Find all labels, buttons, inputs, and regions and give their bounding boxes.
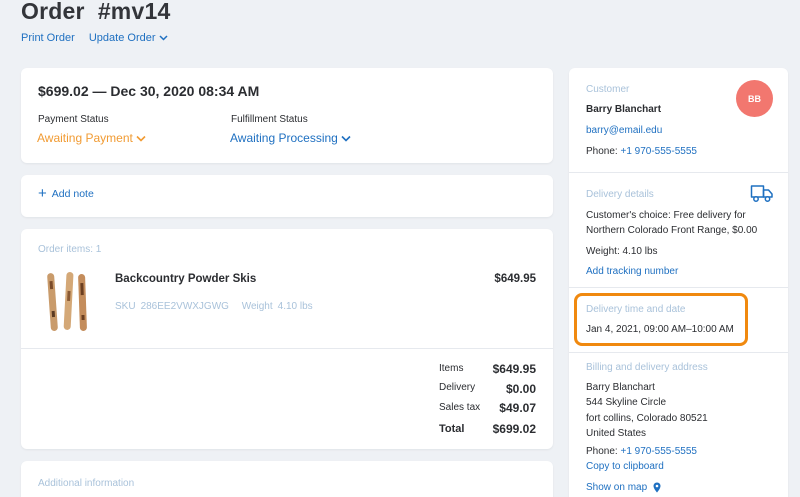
chevron-down-icon bbox=[136, 136, 146, 142]
product-image bbox=[47, 272, 87, 332]
fulfillment-status-label: Fulfillment Status bbox=[231, 114, 308, 125]
payment-status-dropdown[interactable]: Awaiting Payment bbox=[37, 131, 146, 145]
update-order-label[interactable]: Update Order bbox=[89, 32, 156, 44]
address-name: Barry Blanchart bbox=[586, 382, 655, 393]
show-on-map-link[interactable]: Show on map bbox=[586, 482, 647, 493]
map-pin-icon bbox=[653, 482, 661, 493]
customer-email-link[interactable]: barry@email.edu bbox=[586, 125, 662, 136]
page-title: Order #mv14 bbox=[21, 0, 171, 24]
chevron-down-icon bbox=[341, 136, 351, 142]
total-label: Sales tax bbox=[439, 402, 481, 413]
additional-info-heading: Additional information bbox=[38, 478, 135, 489]
order-summary-title: $699.02 — Dec 30, 2020 08:34 AM bbox=[38, 83, 260, 99]
customer-phone-link[interactable]: +1 970-555-5555 bbox=[620, 146, 696, 157]
total-label: Total bbox=[439, 423, 465, 435]
customer-name: Barry Blanchart bbox=[586, 104, 662, 115]
copy-to-clipboard-link[interactable]: Copy to clipboard bbox=[586, 461, 664, 472]
divider bbox=[569, 352, 788, 353]
order-items-heading: Order items: 1 bbox=[38, 244, 102, 255]
truck-icon bbox=[750, 185, 773, 202]
customer-phone: Phone: +1 970-555-5555 bbox=[586, 146, 697, 157]
plus-icon: + bbox=[38, 185, 47, 202]
total-value: $649.95 bbox=[492, 362, 536, 376]
item-price: $649.95 bbox=[494, 273, 536, 285]
delivery-time-highlight bbox=[574, 293, 748, 346]
total-label: Delivery bbox=[439, 382, 476, 393]
notes-card: + Add note bbox=[21, 175, 553, 217]
address-street: 544 Skyline Circle bbox=[586, 397, 667, 408]
item-name[interactable]: Backcountry Powder Skis bbox=[115, 273, 256, 285]
chevron-down-icon bbox=[159, 35, 168, 41]
divider bbox=[569, 287, 788, 288]
add-tracking-number-link[interactable]: Add tracking number bbox=[586, 266, 678, 277]
additional-info-card: Additional information bbox=[21, 461, 553, 497]
payment-status-value[interactable]: Awaiting Payment bbox=[37, 131, 133, 145]
delivery-choice-line2: Northern Colorado Front Range, $0.00 bbox=[586, 225, 758, 236]
weight-value: 4.10 lbs bbox=[277, 301, 313, 312]
divider bbox=[569, 172, 788, 173]
total-value: $49.07 bbox=[499, 401, 536, 415]
sku-value: 286EE2VWXJGWG bbox=[140, 301, 229, 312]
item-meta: SKU 286EE2VWXJGWG Weight 4.10 lbs bbox=[115, 301, 313, 312]
total-label: Items bbox=[439, 363, 464, 374]
customer-sidebar: Customer BB Barry Blanchart barry@email.… bbox=[569, 68, 788, 497]
divider bbox=[21, 348, 553, 349]
delivery-weight: Weight: 4.10 lbs bbox=[586, 246, 658, 257]
total-value: $699.02 bbox=[492, 422, 536, 436]
avatar: BB bbox=[736, 80, 773, 117]
delivery-details-heading: Delivery details bbox=[586, 189, 654, 200]
payment-status-label: Payment Status bbox=[38, 114, 109, 125]
order-summary-card: $699.02 — Dec 30, 2020 08:34 AM Payment … bbox=[21, 68, 553, 163]
order-items-card: Order items: 1 Backcountry Powder Skis $… bbox=[21, 229, 553, 449]
delivery-choice-line1: Customer's choice: Free delivery for bbox=[586, 210, 746, 221]
fulfillment-status-dropdown[interactable]: Awaiting Processing bbox=[230, 131, 351, 145]
address-country: United States bbox=[586, 428, 647, 439]
address-heading: Billing and delivery address bbox=[586, 362, 708, 373]
address-phone-link[interactable]: +1 970-555-5555 bbox=[620, 446, 696, 457]
total-value: $0.00 bbox=[505, 382, 536, 396]
print-order-link[interactable]: Print Order bbox=[21, 32, 75, 44]
header-actions: Print Order Update Order bbox=[21, 32, 168, 44]
customer-heading: Customer bbox=[586, 84, 630, 95]
weight-label: Weight bbox=[241, 301, 273, 312]
add-note-label[interactable]: Add note bbox=[52, 188, 94, 200]
phone-label: Phone: bbox=[586, 146, 618, 157]
sku-label: SKU bbox=[115, 301, 136, 312]
update-order-menu[interactable]: Update Order bbox=[89, 32, 168, 44]
fulfillment-status-value[interactable]: Awaiting Processing bbox=[230, 131, 338, 145]
address-phone: Phone: +1 970-555-5555 bbox=[586, 446, 697, 457]
add-note-button[interactable]: + Add note bbox=[38, 185, 94, 202]
show-on-map-button[interactable]: Show on map bbox=[586, 482, 661, 493]
phone-label: Phone: bbox=[586, 446, 618, 457]
address-city: fort collins, Colorado 80521 bbox=[586, 413, 708, 424]
